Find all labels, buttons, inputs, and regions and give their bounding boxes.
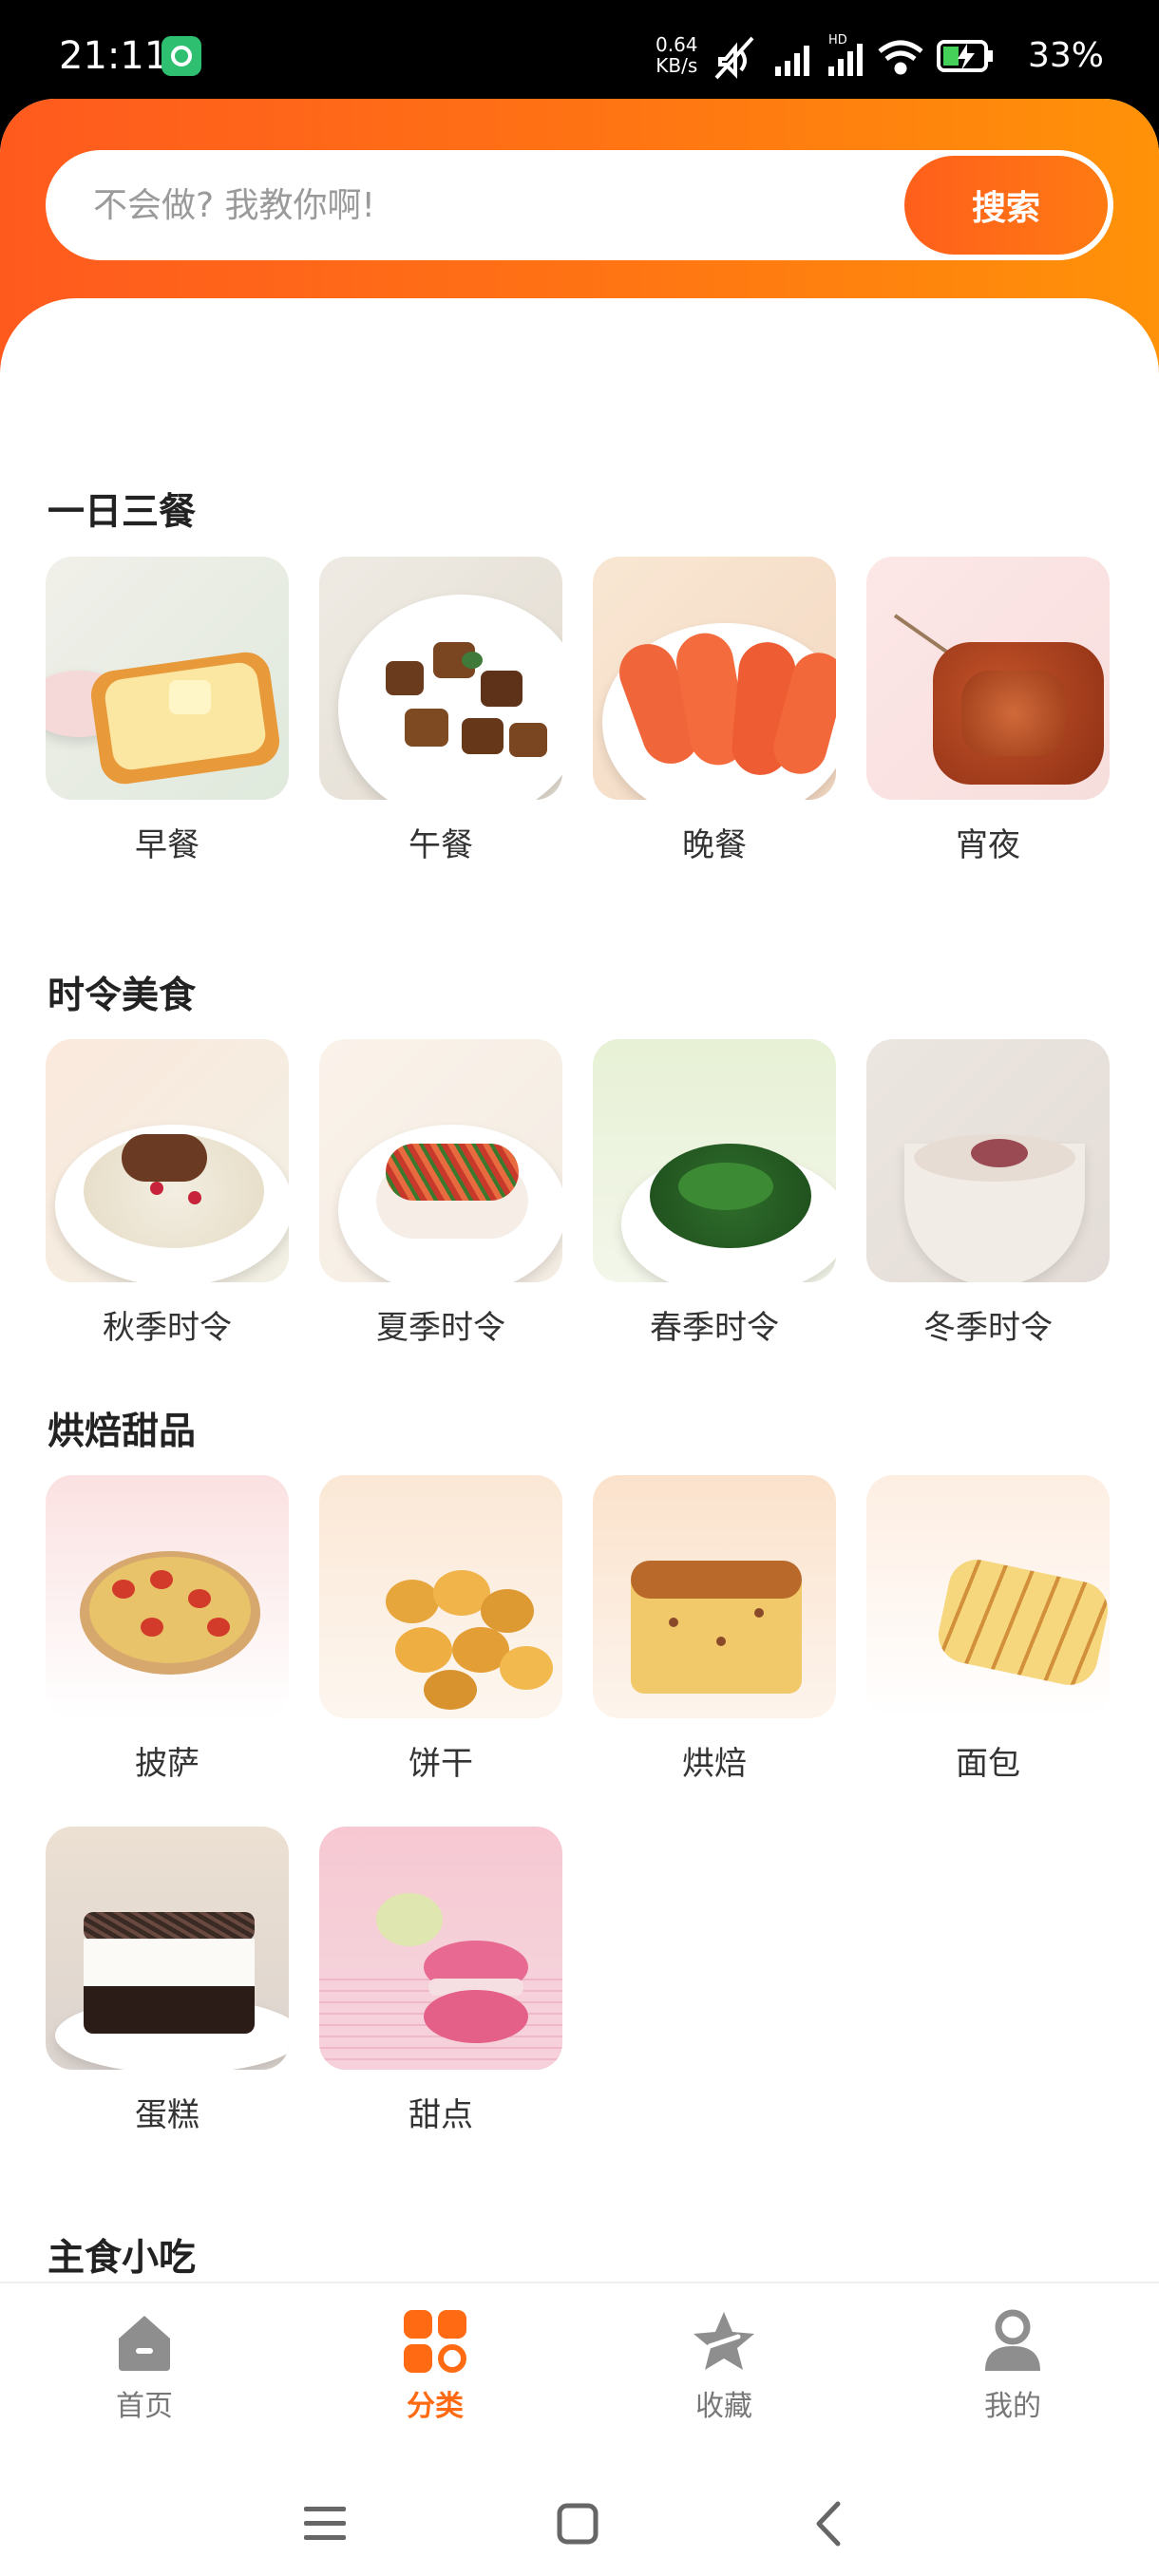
tile-label: 甜点 [408, 2096, 473, 2134]
svg-text:HD: HD [828, 33, 847, 47]
bread-image [866, 1475, 1110, 1718]
user-icon [985, 2309, 1040, 2371]
star-icon [694, 2312, 754, 2370]
category-tile-dinner[interactable]: 晚餐 [593, 557, 836, 864]
home-icon [119, 2316, 170, 2371]
autumn-image [46, 1039, 289, 1282]
nav-home[interactable]: 首页 [49, 2308, 239, 2424]
home-button[interactable] [540, 2491, 616, 2557]
nav-label: 首页 [116, 2390, 173, 2423]
nav-profile[interactable]: 我的 [918, 2308, 1108, 2424]
winter-image [866, 1039, 1110, 1282]
search-button[interactable]: 搜索 [904, 156, 1108, 255]
tile-label: 蛋糕 [135, 2096, 200, 2134]
tile-label: 午餐 [408, 826, 473, 864]
category-tile-biscuit[interactable]: 饼干 [319, 1475, 562, 1783]
tile-label: 春季时令 [650, 1309, 779, 1347]
nav-category[interactable]: 分类 [340, 2308, 530, 2424]
category-tile-bread[interactable]: 面包 [866, 1475, 1110, 1783]
meals-grid: 早餐 午餐 晚餐 宵夜 [46, 557, 1113, 864]
cake-image [46, 1827, 289, 2070]
category-tile-pizza[interactable]: 披萨 [46, 1475, 289, 1783]
category-tile-lunch[interactable]: 午餐 [319, 557, 562, 864]
nav-favorites[interactable]: 收藏 [629, 2308, 819, 2424]
category-tile-late-night[interactable]: 宵夜 [866, 557, 1110, 864]
category-tile-spring[interactable]: 春季时令 [593, 1039, 836, 1347]
late-night-image [866, 557, 1110, 800]
battery-icon [937, 40, 993, 72]
nav-label: 收藏 [695, 2390, 752, 2423]
tile-label: 夏季时令 [376, 1309, 505, 1347]
lunch-image [319, 557, 562, 800]
category-icon [404, 2310, 466, 2373]
nav-label: 我的 [984, 2390, 1041, 2423]
tile-label: 饼干 [408, 1745, 473, 1783]
tile-label: 早餐 [135, 826, 200, 864]
category-tile-autumn[interactable]: 秋季时令 [46, 1039, 289, 1347]
signal-2-icon: HD [828, 33, 863, 76]
pizza-image [46, 1475, 289, 1718]
mute-icon [714, 36, 754, 80]
category-tile-cake[interactable]: 蛋糕 [46, 1827, 289, 2134]
app-screen: 搜索 一日三餐 早餐 [0, 99, 1159, 2576]
search-input[interactable] [93, 179, 853, 232]
system-nav-bar [0, 2470, 1159, 2576]
section-title-baking: 烘焙甜品 [48, 1411, 197, 1453]
signal-1-icon [775, 46, 809, 76]
spring-image [593, 1039, 836, 1282]
tile-label: 面包 [956, 1745, 1020, 1783]
nav-label: 分类 [407, 2390, 464, 2423]
category-tile-winter[interactable]: 冬季时令 [866, 1039, 1110, 1347]
category-content: 一日三餐 早餐 午餐 晚餐 宵夜 时令美食 秋季时令 夏季时令 春季时令 冬季时… [0, 298, 1159, 2546]
tile-label: 晚餐 [682, 826, 747, 864]
back-button[interactable] [790, 2491, 866, 2557]
tile-label: 烘焙 [682, 1745, 747, 1783]
category-tile-baking[interactable]: 烘焙 [593, 1475, 836, 1783]
network-speed: 0.64 KB/s [656, 33, 698, 77]
baking-grid: 披萨 饼干 烘焙 面包 蛋糕 甜点 [46, 1475, 1113, 2134]
tile-label: 宵夜 [956, 826, 1020, 864]
section-title-staples: 主食小吃 [48, 2237, 197, 2280]
breakfast-image [46, 557, 289, 800]
dinner-image [593, 557, 836, 800]
biscuit-image [319, 1475, 562, 1718]
section-title-seasonal: 时令美食 [48, 975, 197, 1017]
status-bar: 21:11 0.64 KB/s HD 33% [0, 0, 1159, 112]
tile-label: 披萨 [135, 1745, 200, 1783]
menu-button[interactable] [287, 2491, 363, 2557]
app-notification-icon [162, 36, 201, 76]
status-time: 21:11 [59, 34, 169, 78]
category-tile-summer[interactable]: 夏季时令 [319, 1039, 562, 1347]
tile-label: 冬季时令 [923, 1309, 1053, 1347]
seasonal-grid: 秋季时令 夏季时令 春季时令 冬季时令 [46, 1039, 1113, 1347]
category-tile-breakfast[interactable]: 早餐 [46, 557, 289, 864]
category-tile-dessert[interactable]: 甜点 [319, 1827, 562, 2134]
dessert-image [319, 1827, 562, 2070]
tile-label: 秋季时令 [103, 1309, 232, 1347]
square-icon [557, 2503, 598, 2545]
section-title-meals: 一日三餐 [48, 491, 197, 534]
summer-image [319, 1039, 562, 1282]
baking-image [593, 1475, 836, 1718]
menu-icon [304, 2507, 346, 2540]
search-bar: 搜索 [46, 150, 1113, 260]
back-icon [816, 2501, 841, 2547]
battery-percent: 33% [1027, 36, 1104, 75]
wifi-icon [878, 40, 923, 75]
